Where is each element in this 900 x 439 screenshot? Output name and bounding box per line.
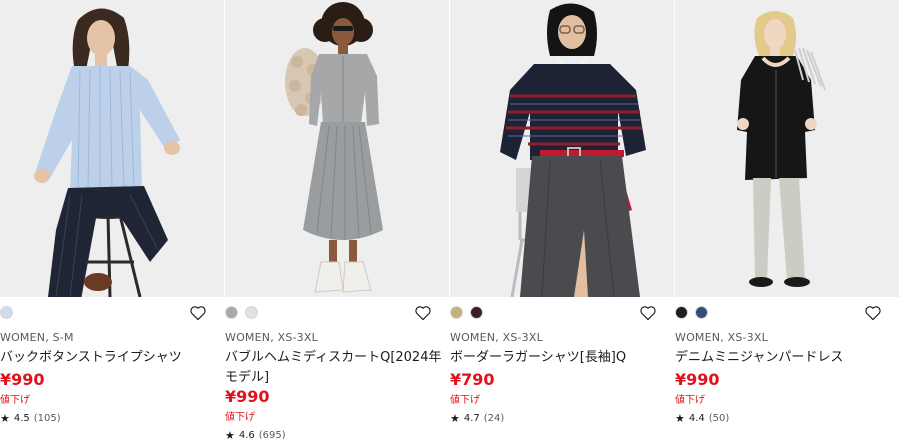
heart-outline-icon[interactable] <box>639 305 657 321</box>
heart-outline-icon[interactable] <box>864 305 882 321</box>
sale-badge: 値下げ <box>225 412 255 423</box>
product-grid: WOMEN, S-M バックボタンストライプシャツ ¥990 値下げ ★ 4.5… <box>0 0 900 439</box>
product-card[interactable]: WOMEN, XS-3XL ボーダーラガーシャツ[長袖]Q ¥790 値下げ ★… <box>450 0 674 439</box>
product-photo[interactable] <box>450 0 674 297</box>
product-photo[interactable] <box>225 0 449 297</box>
product-category: WOMEN, XS-3XL <box>225 331 318 344</box>
striped-shirt-model-image <box>0 0 224 297</box>
color-swatch[interactable] <box>245 306 258 319</box>
price-block: ¥990 値下げ ★ 4.4 (50) <box>675 370 729 426</box>
rating-value: 4.4 <box>688 413 705 424</box>
price-block: ¥990 値下げ ★ 4.6 (695) <box>225 387 286 439</box>
price-block: ¥790 値下げ ★ 4.7 (24) <box>450 370 504 426</box>
heart-outline-icon[interactable] <box>189 305 207 321</box>
sale-badge: 値下げ <box>0 395 30 406</box>
sale-badge: 値下げ <box>450 395 480 406</box>
bubble-skirt-model-image <box>225 0 449 297</box>
color-swatches <box>450 306 483 320</box>
product-category: WOMEN, S-M <box>0 331 74 344</box>
rugger-shirt-model-image <box>450 0 674 297</box>
color-swatch[interactable] <box>0 306 13 319</box>
product-price: ¥990 <box>0 370 45 389</box>
color-swatch[interactable] <box>225 306 238 319</box>
product-card[interactable]: WOMEN, S-M バックボタンストライプシャツ ¥990 値下げ ★ 4.5… <box>0 0 224 439</box>
product-price: ¥790 <box>450 370 495 389</box>
color-swatch[interactable] <box>450 306 463 319</box>
rating: ★ 4.6 (695) <box>225 429 286 439</box>
product-category: WOMEN, XS-3XL <box>450 331 543 344</box>
product-name[interactable]: デニムミニジャンパードレス <box>675 348 899 368</box>
review-count: (105) <box>33 413 61 424</box>
rating: ★ 4.4 (50) <box>675 412 729 426</box>
color-swatches <box>0 306 13 320</box>
product-card[interactable]: WOMEN, XS-3XL バブルヘムミディスカートQ[2024年モデル] ¥9… <box>225 0 449 439</box>
rating: ★ 4.5 (105) <box>0 412 61 426</box>
denim-dress-model-image <box>675 0 899 297</box>
product-photo[interactable] <box>0 0 224 297</box>
review-count: (24) <box>483 413 505 424</box>
product-price: ¥990 <box>675 370 720 389</box>
star-icon: ★ <box>0 412 10 425</box>
review-count: (695) <box>258 430 286 439</box>
product-card[interactable]: WOMEN, XS-3XL デニムミニジャンパードレス ¥990 値下げ ★ 4… <box>675 0 899 439</box>
sale-badge: 値下げ <box>675 395 705 406</box>
rating-value: 4.6 <box>238 430 255 439</box>
product-photo[interactable] <box>675 0 899 297</box>
rating-value: 4.7 <box>463 413 480 424</box>
color-swatch[interactable] <box>470 306 483 319</box>
color-swatch[interactable] <box>675 306 688 319</box>
color-swatch[interactable] <box>695 306 708 319</box>
product-name[interactable]: バブルヘムミディスカートQ[2024年モデル] <box>225 348 449 388</box>
product-price: ¥990 <box>225 387 270 406</box>
product-category: WOMEN, XS-3XL <box>675 331 768 344</box>
color-swatches <box>675 306 708 320</box>
product-name[interactable]: ボーダーラガーシャツ[長袖]Q <box>450 348 674 368</box>
heart-outline-icon[interactable] <box>414 305 432 321</box>
rating: ★ 4.7 (24) <box>450 412 504 426</box>
star-icon: ★ <box>225 429 235 439</box>
review-count: (50) <box>708 413 730 424</box>
product-name[interactable]: バックボタンストライプシャツ <box>0 348 224 368</box>
color-swatches <box>225 306 258 320</box>
star-icon: ★ <box>675 412 685 425</box>
rating-value: 4.5 <box>13 413 30 424</box>
price-block: ¥990 値下げ ★ 4.5 (105) <box>0 370 61 426</box>
star-icon: ★ <box>450 412 460 425</box>
